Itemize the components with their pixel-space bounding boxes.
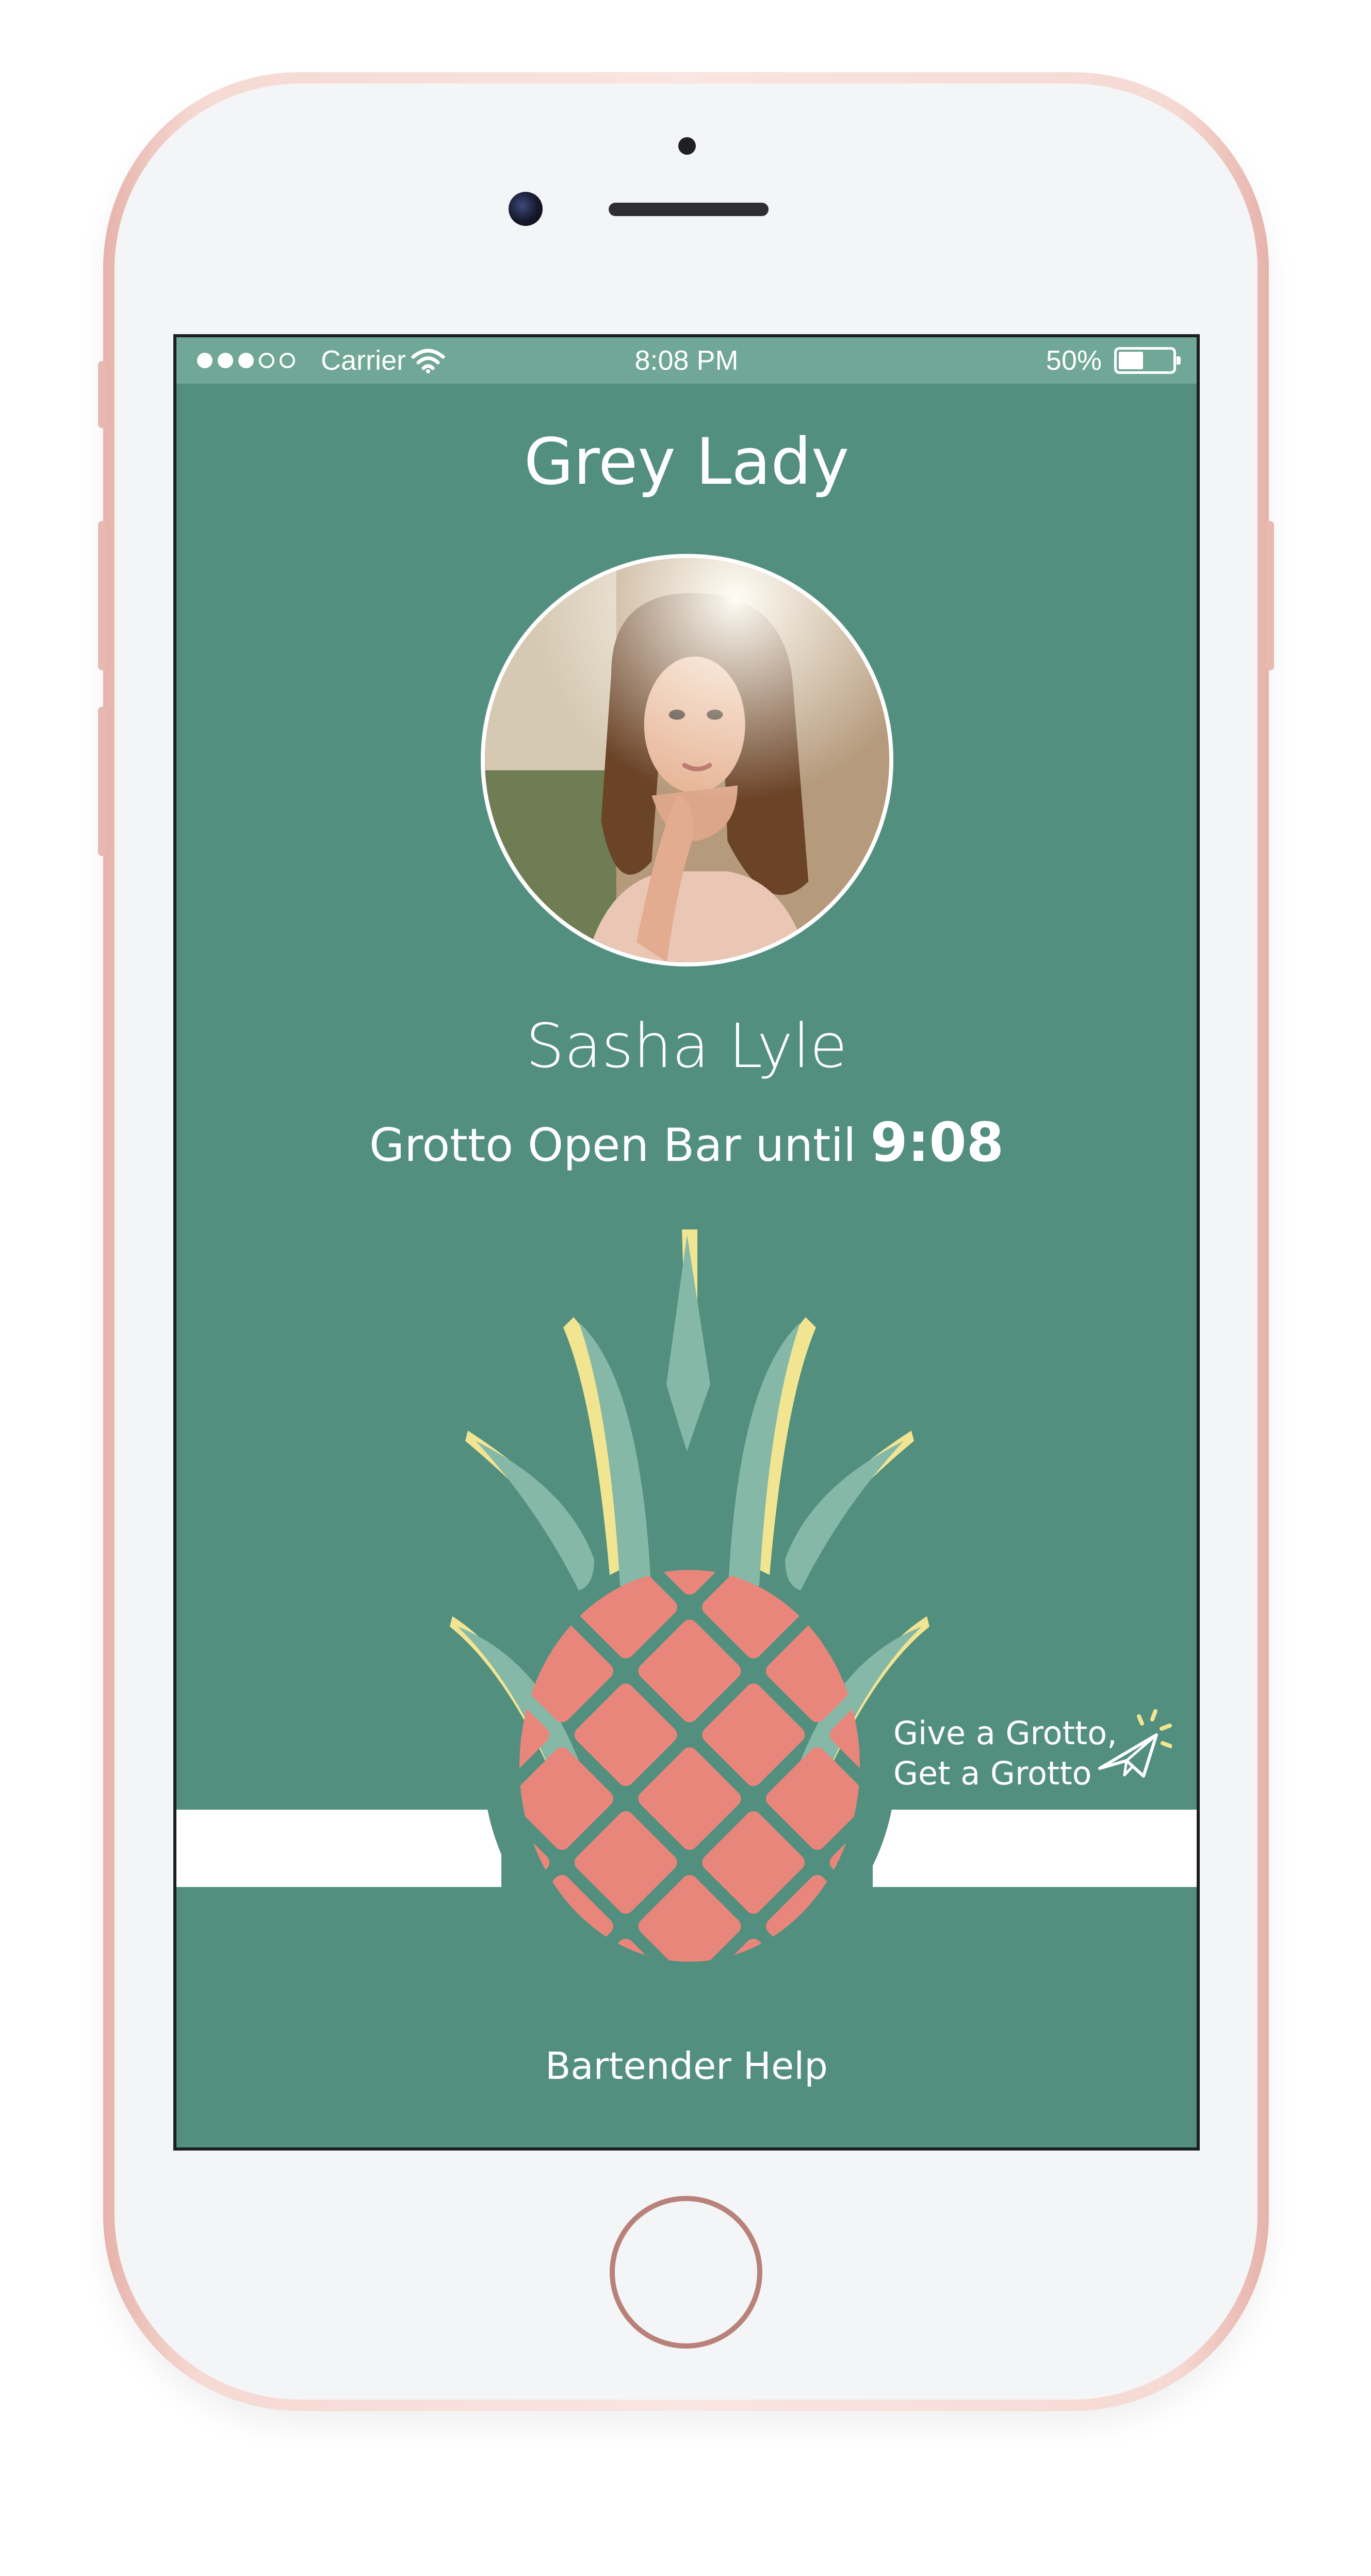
give-a-grotto-link[interactable]: Give a Grotto, Get a Grotto bbox=[893, 1713, 1117, 1794]
earpiece-speaker bbox=[609, 203, 769, 216]
home-button[interactable] bbox=[610, 2196, 762, 2349]
bartender-help-link[interactable]: Bartender Help bbox=[176, 2044, 1197, 2088]
app-screen: Carrier 8:08 PM 50% Grey Lady Sasha Lyle… bbox=[173, 334, 1200, 2151]
volume-down-button bbox=[98, 707, 106, 856]
give-a-grotto-line1: Give a Grotto, bbox=[893, 1714, 1117, 1752]
power-button bbox=[1266, 521, 1274, 670]
volume-up-button bbox=[98, 521, 106, 670]
pineapple-illustration[interactable] bbox=[176, 337, 1200, 2151]
front-camera bbox=[509, 192, 543, 226]
proximity-sensor bbox=[678, 137, 696, 155]
give-a-grotto-line2: Get a Grotto bbox=[893, 1754, 1092, 1792]
paper-plane-icon[interactable] bbox=[1095, 1709, 1172, 1786]
mute-switch bbox=[98, 361, 106, 428]
